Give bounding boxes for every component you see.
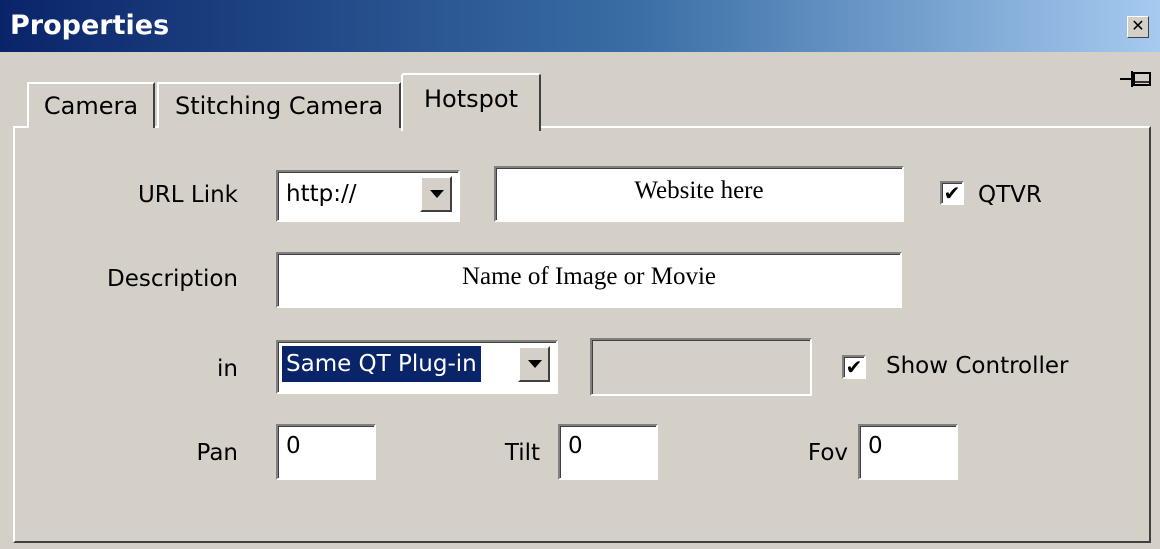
close-icon: ✕ [1131, 16, 1145, 35]
target-value: Same QT Plug-in [282, 346, 481, 382]
pan-label: Pan [196, 440, 238, 466]
chevron-down-icon[interactable] [518, 346, 550, 382]
check-icon: ✔ [845, 355, 863, 379]
window-title: Properties [10, 10, 170, 41]
show-controller-checkbox[interactable]: ✔ [842, 355, 866, 379]
title-bar: Properties ✕ [0, 0, 1160, 52]
pin-icon[interactable] [1120, 68, 1154, 90]
in-label: in [217, 356, 238, 382]
tilt-input[interactable]: 0 [558, 424, 658, 480]
target-frame-input[interactable] [590, 338, 812, 396]
tab-hotspot[interactable]: Hotspot [401, 73, 541, 131]
tab-hotspot-label: Hotspot [424, 85, 518, 113]
show-controller-label: Show Controller [886, 353, 1069, 379]
description-label: Description [107, 266, 238, 292]
tab-stitching-camera[interactable]: Stitching Camera [157, 82, 401, 128]
pan-input[interactable]: 0 [276, 424, 376, 480]
tab-stitching-camera-label: Stitching Camera [174, 92, 384, 120]
url-protocol-value: http:// [286, 181, 357, 207]
chevron-down-icon[interactable] [420, 176, 452, 212]
url-link-label: URL Link [137, 182, 238, 208]
tab-camera-label: Camera [43, 92, 139, 120]
close-button[interactable]: ✕ [1127, 16, 1149, 38]
url-input[interactable]: Website here [494, 166, 904, 222]
check-icon: ✔ [943, 181, 961, 205]
fov-input[interactable]: 0 [858, 424, 958, 480]
target-select[interactable]: Same QT Plug-in [276, 340, 558, 394]
url-protocol-select[interactable]: http:// [276, 170, 460, 222]
description-input[interactable]: Name of Image or Movie [276, 252, 902, 308]
tilt-label: Tilt [504, 440, 540, 466]
tab-camera[interactable]: Camera [27, 82, 155, 128]
fov-label: Fov [807, 440, 848, 466]
qtvr-checkbox[interactable]: ✔ [940, 181, 964, 205]
qtvr-label: QTVR [978, 182, 1042, 208]
